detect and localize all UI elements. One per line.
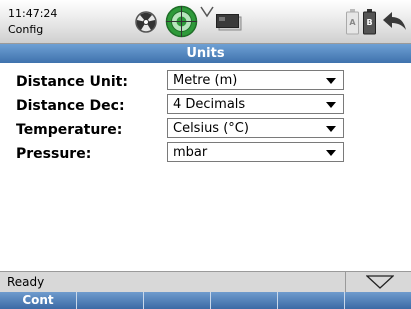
softkey-3[interactable] <box>144 292 211 309</box>
card-icon <box>216 14 242 31</box>
wifi-icon <box>200 6 214 18</box>
top-status-bar: 11:47:24 Config A B <box>0 0 411 44</box>
softkey-bar: Cont <box>0 292 411 309</box>
dropdown-arrow-icon <box>326 102 336 108</box>
softkey-2[interactable] <box>77 292 144 309</box>
status-divider <box>345 272 346 292</box>
distance-dec-select[interactable]: 4 Decimals <box>167 94 344 114</box>
mode-label: Config <box>8 23 44 36</box>
distance-unit-value: Metre (m) <box>173 73 238 88</box>
battery-b-icon: B <box>363 9 376 35</box>
temperature-label: Temperature: <box>16 122 123 138</box>
softkey-4[interactable] <box>211 292 278 309</box>
setting-row-distance-unit: Distance Unit: Metre (m) <box>0 70 411 94</box>
pressure-select[interactable]: mbar <box>167 142 344 162</box>
battery-a-label: A <box>349 18 356 27</box>
status-text: Ready <box>7 275 45 289</box>
setting-row-pressure: Pressure: mbar <box>0 142 411 166</box>
battery-b-label: B <box>366 18 373 27</box>
temperature-value: Celsius (°C) <box>173 121 249 136</box>
expand-down-icon[interactable] <box>366 275 394 289</box>
page-title: Units <box>0 44 411 63</box>
target-icon[interactable] <box>165 5 198 38</box>
dropdown-arrow-icon <box>326 150 336 156</box>
setting-row-temperature: Temperature: Celsius (°C) <box>0 118 411 142</box>
pressure-label: Pressure: <box>16 146 92 162</box>
softkey-cont[interactable]: Cont <box>0 292 77 309</box>
battery-a-icon: A <box>346 9 359 35</box>
softkey-6[interactable] <box>345 292 411 309</box>
distance-unit-select[interactable]: Metre (m) <box>167 70 344 90</box>
distance-dec-label: Distance Dec: <box>16 98 125 114</box>
setting-row-distance-dec: Distance Dec: 4 Decimals <box>0 94 411 118</box>
pressure-value: mbar <box>173 145 208 160</box>
softkey-5[interactable] <box>278 292 345 309</box>
back-arrow-icon[interactable] <box>381 10 408 34</box>
clock: 11:47:24 <box>8 7 58 20</box>
dropdown-arrow-icon <box>326 78 336 84</box>
bottom-status-bar: Ready <box>0 271 411 292</box>
distance-dec-value: 4 Decimals <box>173 97 246 112</box>
distance-unit-label: Distance Unit: <box>16 74 128 90</box>
fan-icon <box>135 11 157 33</box>
temperature-select[interactable]: Celsius (°C) <box>167 118 344 138</box>
dropdown-arrow-icon <box>326 126 336 132</box>
